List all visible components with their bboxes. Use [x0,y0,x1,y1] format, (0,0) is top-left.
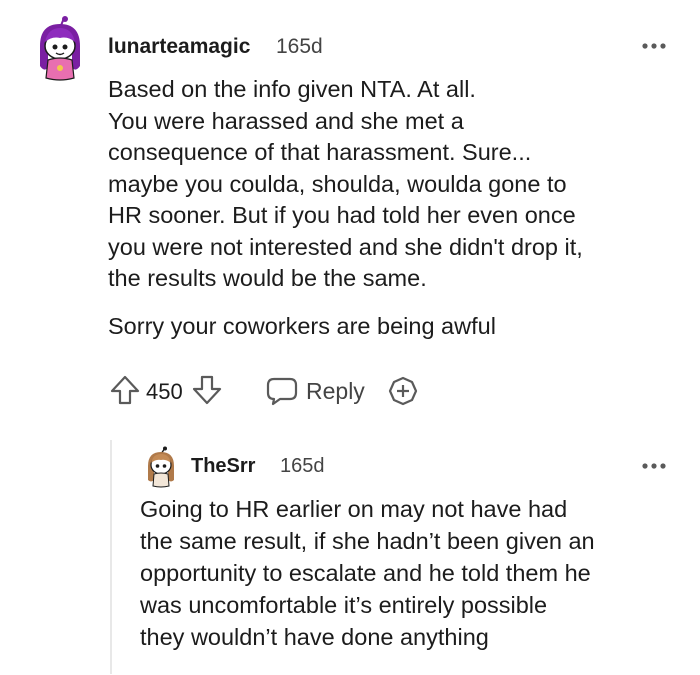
reply-label: Reply [306,378,365,404]
more-options-button[interactable] [640,456,668,476]
comment-paragraph: Based on the info given NTA. At all. You… [108,76,583,291]
comment: lunarteamagic 165d Based on the info giv… [0,0,700,430]
more-options-icon [642,43,666,49]
reply-button[interactable]: Reply [266,374,365,408]
user-avatar[interactable] [145,446,177,488]
thread-line[interactable] [110,440,112,674]
reply-timestamp: 165d [280,455,325,477]
speech-bubble-icon [266,377,298,406]
snoo-avatar-icon [148,446,174,488]
upvote-arrow-icon [110,375,140,405]
more-options-button[interactable] [640,36,668,56]
downvote-button[interactable] [192,374,222,406]
snoo-avatar-icon [40,16,80,81]
user-avatar[interactable] [36,16,84,82]
reply-body: Going to HR earlier on may not have had … [140,496,595,650]
comment-username[interactable]: lunarteamagic [108,34,250,60]
comment-paragraph: Sorry your coworkers are being awful [108,312,496,339]
more-options-icon [642,463,666,469]
downvote-arrow-icon [192,375,222,405]
award-button[interactable] [388,376,418,406]
vote-count: 450 [146,379,183,404]
comment-timestamp: 165d [276,35,323,58]
reply-username[interactable]: TheSrr [191,454,255,478]
comment-body: Based on the info given NTA. At all. You… [108,74,688,358]
upvote-button[interactable] [110,374,140,406]
award-plus-icon [388,376,418,406]
